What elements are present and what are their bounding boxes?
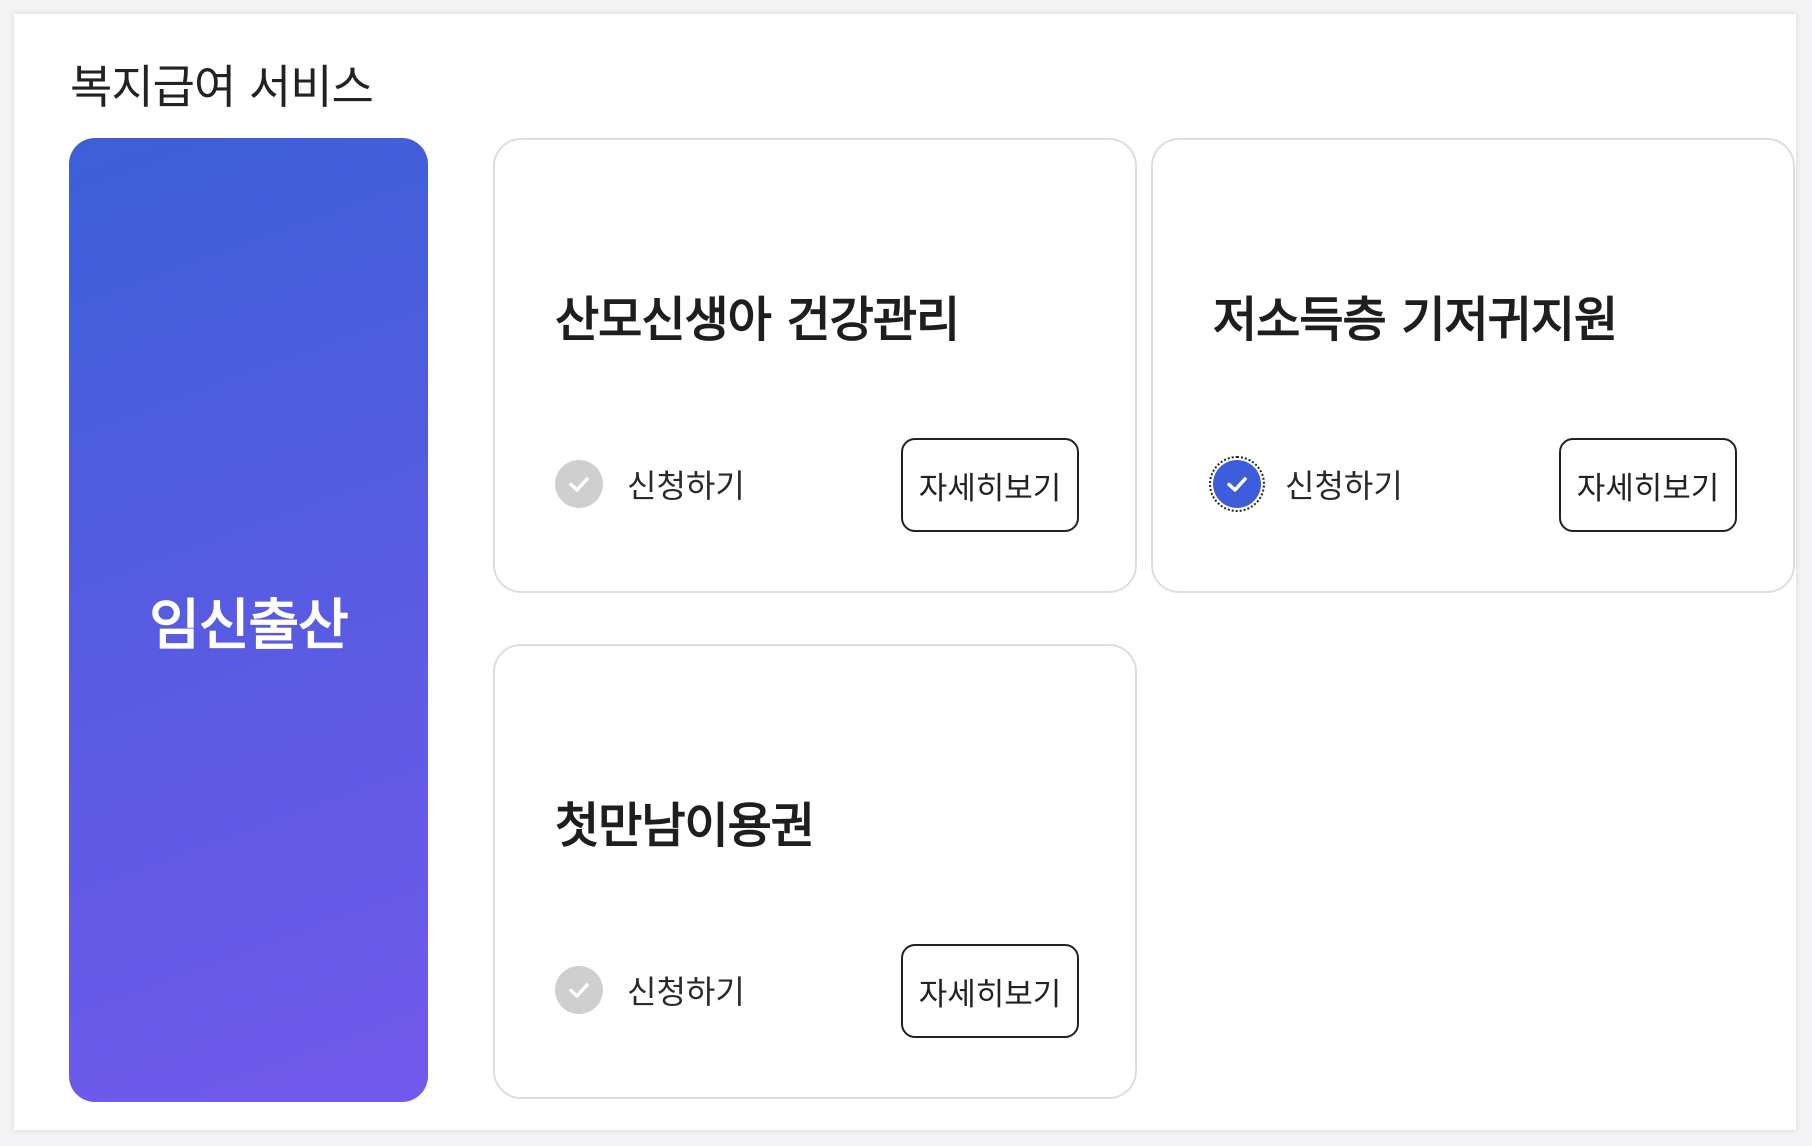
apply-label: 신청하기 — [1285, 467, 1403, 505]
service-card: 산모신생아 건강관리 신청하기 자세히보기 — [493, 138, 1137, 593]
service-name: 저소득층 기저귀지원 — [1213, 292, 1618, 348]
check-icon — [555, 460, 603, 508]
check-icon — [1209, 456, 1265, 512]
service-name: 산모신생아 건강관리 — [555, 292, 960, 348]
service-name: 첫만남이용권 — [555, 798, 815, 854]
apply-checkbox[interactable]: 신청하기 — [555, 460, 745, 508]
apply-label: 신청하기 — [627, 973, 745, 1011]
welfare-service-panel: 복지급여 서비스 임신출산 산모신생아 건강관리 신청하기 자세히보기 저소득층… — [14, 14, 1796, 1130]
check-icon — [555, 966, 603, 1014]
apply-checkbox[interactable]: 신청하기 — [555, 966, 745, 1014]
section-title: 복지급여 서비스 — [70, 60, 374, 114]
service-card: 첫만남이용권 신청하기 자세히보기 — [493, 644, 1137, 1099]
category-card[interactable]: 임신출산 — [69, 138, 428, 1102]
detail-button[interactable]: 자세히보기 — [901, 438, 1079, 532]
detail-button[interactable]: 자세히보기 — [901, 944, 1079, 1038]
detail-button[interactable]: 자세히보기 — [1559, 438, 1737, 532]
category-label: 임신출산 — [149, 593, 348, 657]
service-card: 저소득층 기저귀지원 신청하기 자세히보기 — [1151, 138, 1795, 593]
apply-label: 신청하기 — [627, 467, 745, 505]
apply-checkbox[interactable]: 신청하기 — [1209, 456, 1403, 512]
